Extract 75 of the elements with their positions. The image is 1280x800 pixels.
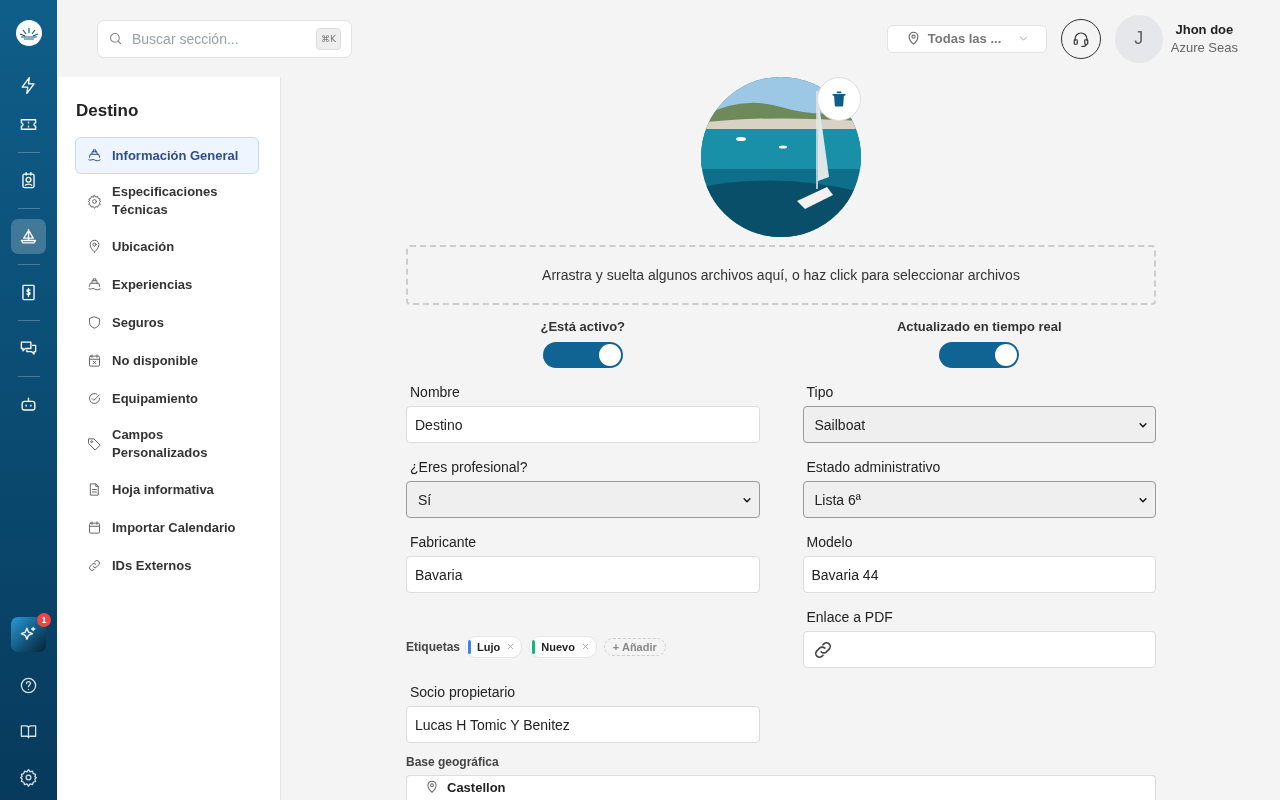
- pin-icon: [425, 780, 439, 794]
- input-field[interactable]: Bavaria: [406, 556, 760, 593]
- field-label: Fabricante: [410, 534, 478, 550]
- headset-icon: [1071, 29, 1090, 48]
- assistant-button[interactable]: [11, 617, 46, 652]
- calendar-x-icon: [87, 353, 102, 368]
- gear-icon: [87, 193, 102, 209]
- shield-icon: [87, 315, 102, 330]
- section-tab[interactable]: IDs Externos: [75, 547, 259, 584]
- field-label: Tipo: [806, 384, 835, 400]
- notification-badge: 1: [37, 613, 51, 627]
- section-title: Destino: [76, 101, 140, 121]
- field-label: Nombre: [410, 384, 461, 400]
- link-icon: [87, 558, 102, 573]
- section-tab[interactable]: Campos Personalizados: [75, 418, 259, 470]
- section-tab[interactable]: Importar Calendario: [75, 509, 259, 546]
- help-icon[interactable]: [19, 675, 38, 695]
- ship-icon: [87, 277, 102, 292]
- select-field[interactable]: Sí: [406, 481, 760, 518]
- file-dropzone[interactable]: Arrastra y suelta algunos archivos aquí, o haz click para seleccionar archivos: [406, 245, 1156, 305]
- input-field[interactable]: Lucas H Tomic Y Benitez: [406, 706, 760, 743]
- section-tab[interactable]: Hoja informativa: [75, 471, 259, 508]
- toggle-label: Actualizado en tiempo real: [896, 319, 1062, 334]
- field-label: Enlace a PDF: [806, 609, 894, 625]
- search-field[interactable]: Buscar sección...: [130, 29, 310, 48]
- field-label: Etiquetas: [406, 639, 460, 654]
- document-icon: [87, 482, 102, 497]
- field-label: Estado administrativo: [806, 459, 942, 475]
- field-label: Socio propietario: [410, 684, 517, 700]
- user-name: Jhon doe: [1174, 22, 1235, 37]
- contact-icon: [19, 171, 38, 190]
- sailboat-icon: [19, 227, 38, 246]
- pin-icon: [905, 31, 921, 46]
- section-tab[interactable]: Ubicación: [75, 228, 259, 265]
- section-tab[interactable]: Información General: [75, 137, 259, 174]
- select-field[interactable]: Lista 6ª: [802, 481, 1156, 518]
- section-tab[interactable]: Seguros: [75, 304, 259, 341]
- input-field[interactable]: Bavaria 44: [802, 556, 1156, 593]
- settings-icon[interactable]: [19, 767, 38, 787]
- section-tab[interactable]: No disponible: [75, 342, 259, 379]
- toggle-switch[interactable]: [542, 342, 623, 368]
- search-icon: [108, 31, 123, 46]
- input-field[interactable]: Destino: [406, 406, 760, 443]
- field-label: ¿Eres profesional?: [410, 459, 529, 475]
- chat-icon: [19, 339, 38, 358]
- tag-icon: [87, 436, 102, 452]
- tag-chip[interactable]: Nuevo: [529, 635, 597, 658]
- calendar-icon: [87, 520, 102, 535]
- shortcut-hint: ⌘K: [316, 27, 341, 50]
- location-select[interactable]: Castellon: [406, 775, 1156, 800]
- toggle-switch[interactable]: [939, 342, 1020, 368]
- robot-icon: [19, 395, 38, 414]
- input-field[interactable]: [802, 631, 1156, 668]
- ship-icon: [87, 148, 102, 163]
- field-label: Modelo: [806, 534, 854, 550]
- section-tab[interactable]: Experiencias: [75, 266, 259, 303]
- logo-icon: [15, 20, 42, 46]
- company-name: Azure Seas: [1170, 40, 1238, 55]
- pin-icon: [87, 239, 102, 254]
- trash-icon: [829, 89, 849, 109]
- check-circle-icon: [87, 391, 102, 406]
- location-dropdown[interactable]: Todas las ...: [886, 24, 1047, 53]
- select-field[interactable]: Sailboat: [802, 406, 1156, 443]
- section-tab[interactable]: Especificaciones Técnicas: [75, 175, 259, 227]
- lightning-icon: [19, 76, 38, 95]
- toggle-label: ¿Está activo?: [540, 319, 625, 334]
- field-label: Base geográfica: [406, 755, 500, 769]
- dollar-icon: [19, 283, 38, 302]
- delete-button[interactable]: [817, 77, 861, 121]
- user-avatar[interactable]: J: [1114, 14, 1163, 63]
- search-bar[interactable]: Buscar sección... ⌘K: [97, 19, 352, 58]
- dropzone-text: Arrastra y suelta algunos archivos aquí, o haz click para seleccionar archivos: [542, 267, 1020, 283]
- nav-button[interactable]: [11, 219, 46, 254]
- tag-chip[interactable]: Lujo: [465, 635, 523, 658]
- section-tab[interactable]: Equipamiento: [75, 380, 259, 417]
